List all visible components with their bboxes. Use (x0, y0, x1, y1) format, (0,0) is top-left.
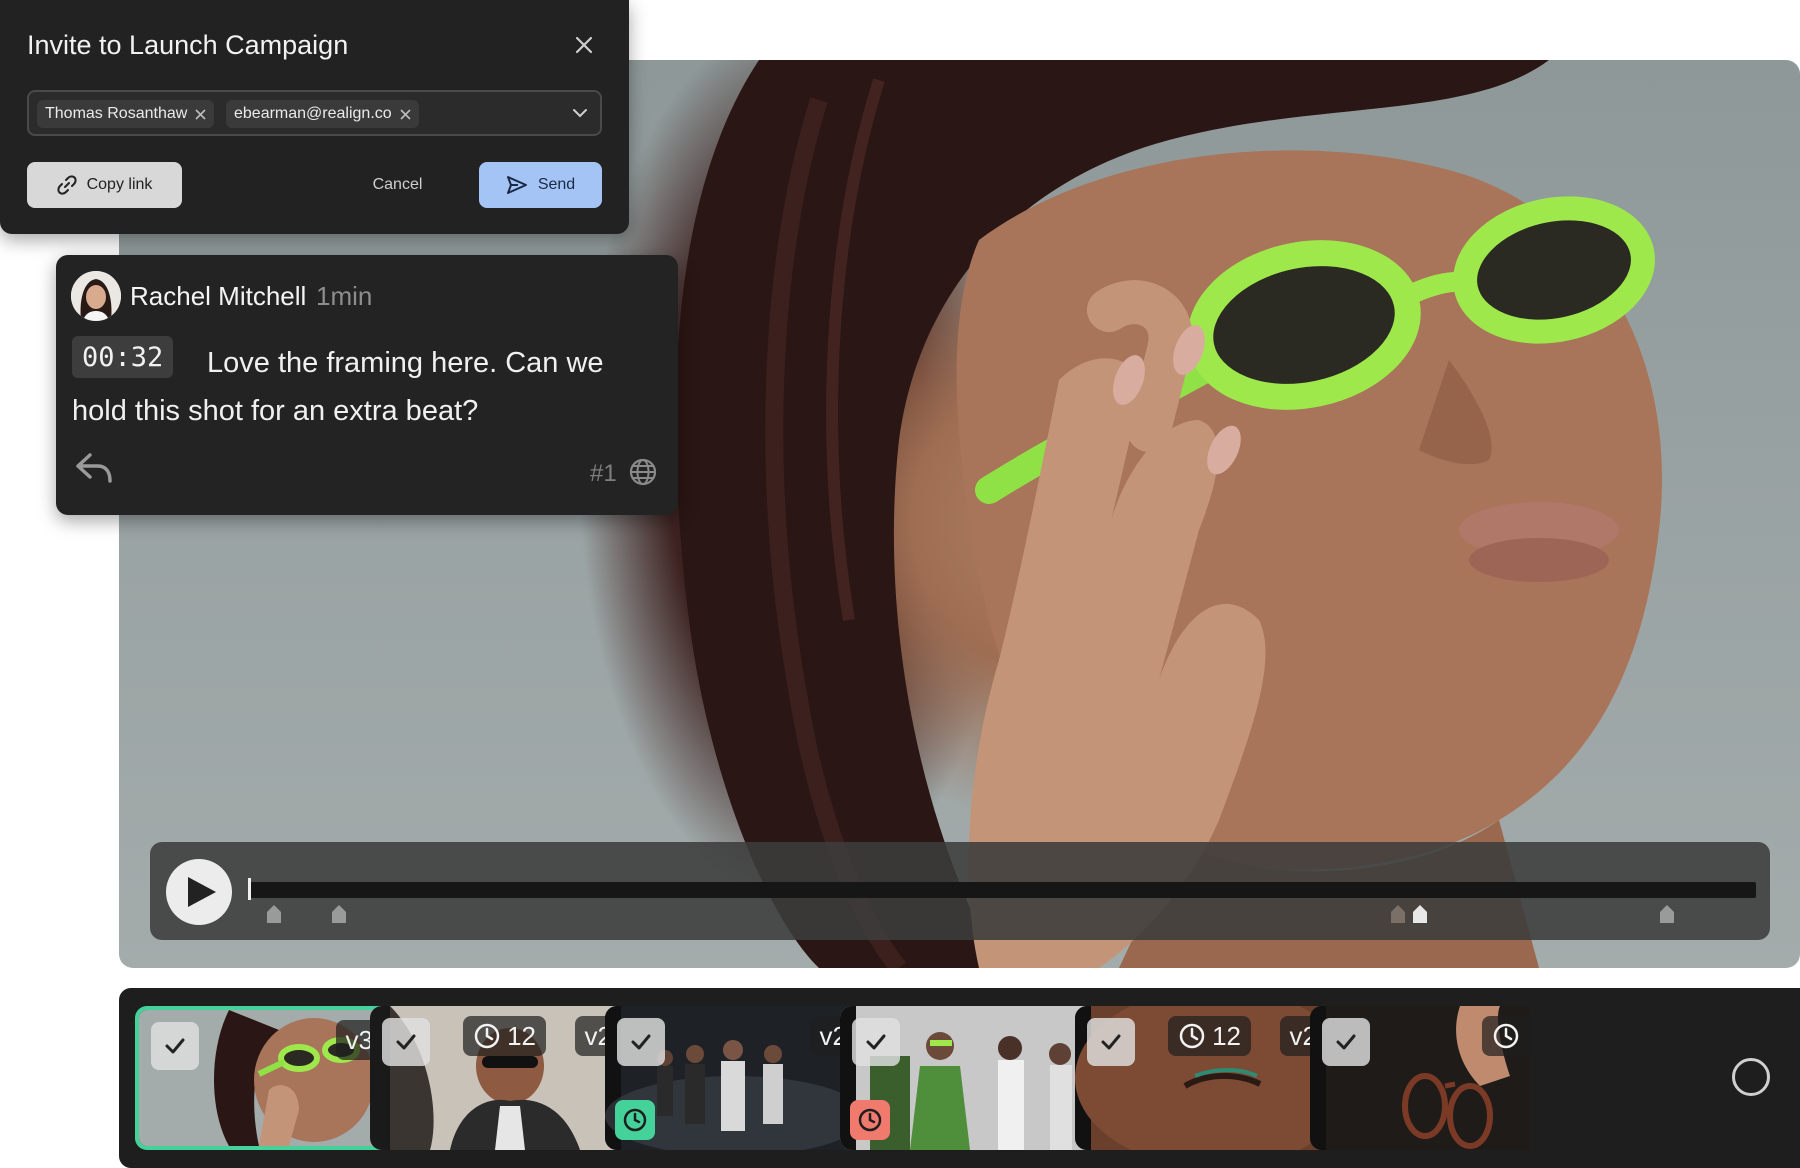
version-filmstrip: v3 12 v2 v2 12 v2 (119, 988, 1800, 1168)
check-icon (631, 1034, 651, 1050)
approve-checkbox[interactable] (1087, 1018, 1135, 1066)
approve-checkbox[interactable] (382, 1018, 430, 1066)
close-icon[interactable] (574, 35, 594, 55)
send-button[interactable]: Send (479, 162, 602, 208)
video-player-controls (150, 842, 1770, 940)
check-icon (165, 1038, 185, 1054)
invitee-chip: Thomas Rosanthaw (37, 100, 215, 128)
check-icon (1101, 1034, 1121, 1050)
link-icon (57, 175, 77, 195)
clock-icon (858, 1108, 882, 1132)
approve-checkbox[interactable] (151, 1022, 199, 1070)
approve-checkbox[interactable] (852, 1018, 900, 1066)
filmstrip-thumb[interactable] (840, 1006, 1100, 1150)
comment-timestamp[interactable]: 00:32 (72, 336, 174, 378)
invitee-chip-label: Thomas Rosanthaw (45, 105, 188, 122)
avatar (71, 271, 121, 321)
copy-link-button[interactable]: Copy link (27, 162, 182, 208)
comment-marker[interactable] (1659, 904, 1675, 924)
play-button[interactable] (166, 859, 232, 925)
clock-icon (474, 1023, 500, 1049)
invite-dialog: Invite to Launch Campaign Thomas Rosanth… (0, 0, 629, 234)
comment-marker[interactable] (266, 904, 282, 924)
comment-author: Rachel Mitchell (130, 281, 307, 311)
approve-checkbox[interactable] (617, 1018, 665, 1066)
filmstrip-thumb[interactable] (1310, 1006, 1530, 1150)
filmstrip-thumb[interactable]: 12 v2 (370, 1006, 630, 1150)
status-approved-badge (615, 1100, 655, 1140)
reply-icon[interactable] (74, 451, 114, 485)
status-needs-review-badge (850, 1100, 890, 1140)
comment-count-badge (1482, 1016, 1530, 1056)
filmstrip-thumb[interactable]: 12 v2 (1075, 1006, 1335, 1150)
invitee-chip-label: ebearman@realign.co (234, 105, 392, 122)
invitee-chip: ebearman@realign.co (226, 100, 419, 128)
clock-icon (1493, 1023, 1519, 1049)
remove-chip-icon[interactable] (400, 108, 411, 120)
comment-count-badge: 12 (463, 1016, 546, 1056)
invitee-input[interactable]: Thomas Rosanthaw ebearman@realign.co (27, 90, 602, 136)
version-label: v3 (345, 1024, 373, 1055)
check-icon (1336, 1034, 1356, 1050)
approve-checkbox[interactable] (1322, 1018, 1370, 1066)
comment-card: Rachel Mitchell 1min Love the framing he… (56, 255, 678, 515)
comment-count: 12 (1212, 1020, 1241, 1051)
comment-number: #1 (590, 460, 617, 487)
comment-count: 12 (507, 1020, 536, 1051)
clock-icon (1179, 1023, 1205, 1049)
chevron-down-icon[interactable] (572, 106, 588, 120)
check-icon (866, 1034, 886, 1050)
remove-chip-icon[interactable] (195, 108, 206, 120)
send-label: Send (537, 176, 576, 193)
comment-marker[interactable] (1390, 904, 1406, 924)
globe-icon[interactable] (628, 457, 658, 487)
filmstrip-thumb[interactable]: v3 (135, 1006, 395, 1150)
timeline-scrubber[interactable] (248, 878, 1756, 900)
filmstrip-thumb[interactable]: v2 (605, 1006, 865, 1150)
play-icon (188, 877, 216, 907)
review-workspace: v3 12 v2 v2 12 v2 Invite to Launch Campa… (0, 0, 1800, 1168)
dialog-title: Invite to Launch Campaign (27, 30, 349, 60)
copy-link-label: Copy link (86, 176, 153, 193)
comment-marker[interactable] (331, 904, 347, 924)
comment-time-ago: 1min (316, 281, 373, 311)
comment-marker-active[interactable] (1412, 904, 1428, 924)
playhead[interactable] (248, 878, 251, 900)
clock-icon (623, 1108, 647, 1132)
send-icon (506, 176, 527, 194)
cancel-button[interactable]: Cancel (360, 162, 435, 208)
comment-count-badge: 12 (1168, 1016, 1251, 1056)
avatar-image (71, 271, 121, 321)
check-icon (396, 1034, 416, 1050)
filmstrip-more-button[interactable] (1732, 1058, 1770, 1096)
